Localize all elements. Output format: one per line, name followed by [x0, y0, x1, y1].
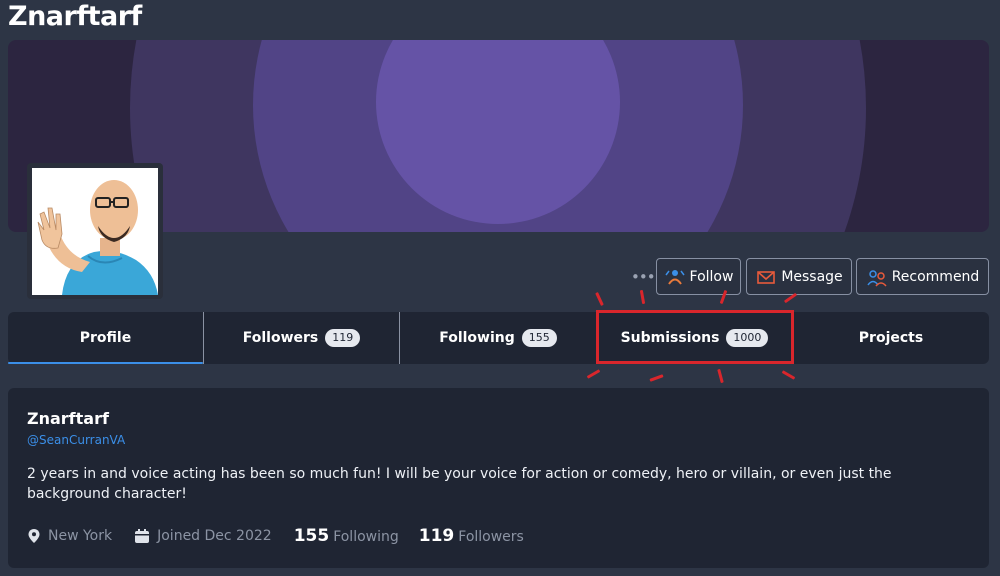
tab-submissions-label: Submissions: [620, 330, 720, 346]
highlight-ray: [595, 292, 604, 306]
followers-count: 119: [418, 526, 455, 546]
join-date: Joined Dec 2022: [134, 528, 272, 544]
avatar[interactable]: [32, 168, 158, 295]
location-text: New York: [48, 528, 113, 544]
tab-followers[interactable]: Followers 119: [204, 312, 400, 364]
following-count-badge: 155: [521, 329, 557, 347]
recommend-icon: [867, 269, 887, 287]
highlight-ray: [649, 374, 664, 382]
message-button[interactable]: Message: [746, 258, 852, 295]
following-stat[interactable]: 155 Following: [294, 526, 399, 546]
followers-label: Followers: [458, 529, 524, 545]
tab-submissions[interactable]: Submissions 1000: [596, 312, 793, 364]
following-count: 155: [293, 526, 330, 546]
profile-tabs: Profile Followers 119 Following 155 Subm…: [8, 312, 989, 364]
highlight-ray: [639, 289, 646, 305]
recommend-button[interactable]: Recommend: [856, 258, 989, 295]
followers-stat[interactable]: 119 Followers: [419, 526, 524, 546]
followers-count-badge: 119: [325, 329, 361, 347]
follow-button[interactable]: Follow: [656, 258, 741, 295]
location-pin-icon: [28, 529, 40, 543]
tab-profile[interactable]: Profile: [8, 312, 204, 364]
location: New York: [27, 528, 112, 544]
recommend-label: Recommend: [891, 268, 980, 285]
follow-icon: [664, 269, 685, 285]
profile-handle[interactable]: @SeanCurranVA: [27, 433, 125, 447]
highlight-ray: [781, 370, 796, 380]
following-label: Following: [333, 529, 399, 545]
tab-following[interactable]: Following 155: [400, 312, 596, 364]
message-label: Message: [781, 268, 843, 285]
join-date-text: Joined Dec 2022: [157, 528, 272, 544]
avatar-frame: [27, 163, 163, 299]
profile-meta: New York Joined Dec 2022 155 Following 1…: [27, 524, 544, 548]
profile-about-card: Znarftarf @SeanCurranVA 2 years in and v…: [8, 388, 989, 568]
profile-bio: 2 years in and voice acting has been so …: [27, 466, 892, 502]
follow-label: Follow: [689, 268, 734, 285]
calendar-icon: [135, 529, 150, 543]
page-title: Znarftarf: [8, 1, 142, 32]
more-options-icon[interactable]: •••: [631, 266, 656, 288]
highlight-ray: [586, 369, 601, 379]
highlight-ray: [717, 368, 724, 384]
tab-profile-label: Profile: [79, 330, 132, 346]
envelope-icon: [757, 270, 776, 284]
tab-followers-label: Followers: [242, 330, 319, 346]
tab-projects[interactable]: Projects: [793, 312, 989, 364]
tab-following-label: Following: [439, 330, 515, 346]
submissions-count-badge: 1000: [726, 329, 769, 347]
profile-name: Znarftarf: [27, 409, 109, 428]
tab-projects-label: Projects: [858, 330, 924, 346]
